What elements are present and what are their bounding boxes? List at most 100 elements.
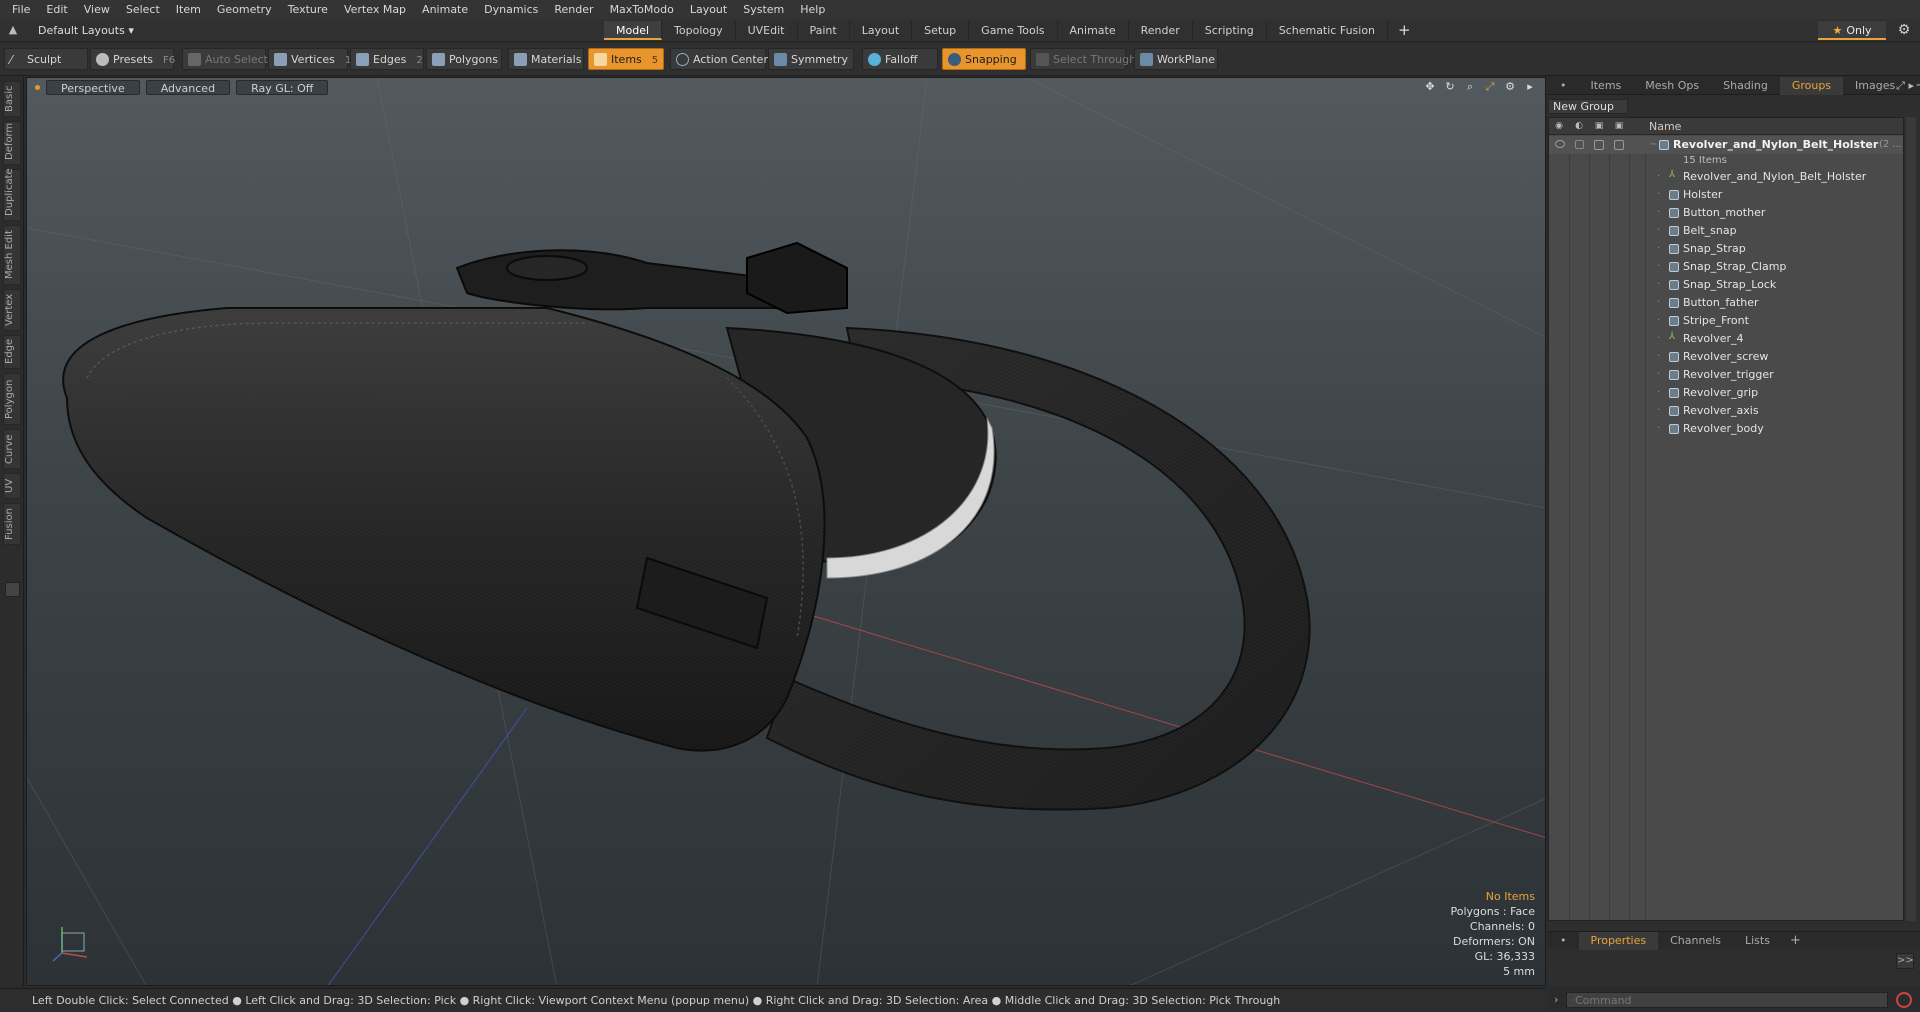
symmetry-button[interactable]: Symmetry bbox=[768, 48, 854, 70]
left-tab-polygon[interactable]: Polygon bbox=[3, 373, 21, 425]
tab-groups[interactable]: Groups bbox=[1779, 76, 1844, 95]
lock-checkbox[interactable] bbox=[1594, 140, 1604, 150]
workplane-button[interactable]: WorkPlane bbox=[1134, 48, 1218, 70]
left-tab-edge[interactable]: Edge bbox=[3, 335, 21, 369]
add-tab-button[interactable]: + bbox=[1388, 21, 1421, 40]
select-through-button[interactable]: Select Through bbox=[1030, 48, 1136, 70]
tab-uvedit[interactable]: UVEdit bbox=[736, 21, 798, 40]
tab-layout[interactable]: Layout bbox=[850, 21, 913, 40]
left-tab-fusion[interactable]: Fusion bbox=[3, 503, 21, 545]
command-arrow-icon[interactable]: › bbox=[1554, 993, 1558, 1006]
fit-icon[interactable]: ⤢ bbox=[1483, 80, 1497, 94]
group-item-row[interactable]: · Stripe_Front bbox=[1549, 312, 1903, 330]
visibility-toggle-icon[interactable] bbox=[1555, 140, 1565, 148]
group-item-row[interactable]: · Snap_Strap_Clamp bbox=[1549, 258, 1903, 276]
action-center-button[interactable]: Action Center bbox=[670, 48, 768, 70]
menu-geometry[interactable]: Geometry bbox=[209, 0, 280, 19]
group-item-row[interactable]: · Button_father bbox=[1549, 294, 1903, 312]
menu-item[interactable]: Item bbox=[168, 0, 209, 19]
left-tab-basic[interactable]: Basic bbox=[3, 81, 21, 117]
tab-properties[interactable]: Properties bbox=[1578, 931, 1659, 950]
menu-help[interactable]: Help bbox=[792, 0, 833, 19]
menu-file[interactable]: File bbox=[4, 0, 38, 19]
snapping-button[interactable]: Snapping bbox=[942, 48, 1026, 70]
menu-edit[interactable]: Edit bbox=[38, 0, 75, 19]
left-tab-vertex[interactable]: Vertex bbox=[3, 289, 21, 331]
select-col-icon[interactable]: ▣ bbox=[1613, 121, 1625, 132]
command-input[interactable] bbox=[1566, 992, 1888, 1008]
command-record-icon[interactable] bbox=[1896, 992, 1912, 1008]
perspective-button[interactable]: Perspective bbox=[46, 79, 140, 95]
tab-render[interactable]: Render bbox=[1129, 21, 1193, 40]
expand-button[interactable]: >> bbox=[1896, 953, 1914, 969]
auto-select-button[interactable]: Auto Select bbox=[182, 48, 268, 70]
rotate-icon[interactable]: ↻ bbox=[1443, 80, 1457, 94]
falloff-button[interactable]: Falloff bbox=[862, 48, 938, 70]
list-scrollbar[interactable] bbox=[1906, 117, 1916, 921]
properties-menu-dot[interactable]: • bbox=[1548, 932, 1579, 950]
menu-maxtomodo[interactable]: MaxToModo bbox=[602, 0, 682, 19]
menu-vertex-map[interactable]: Vertex Map bbox=[336, 0, 414, 19]
group-item-row[interactable]: · Holster bbox=[1549, 186, 1903, 204]
panel-expand-icon[interactable]: ⤢ ▸ bbox=[1896, 79, 1914, 93]
group-row[interactable]: − Revolver_and_Nylon_Belt_Holster (2 ... bbox=[1549, 136, 1903, 154]
viewport-menu-dot[interactable] bbox=[35, 84, 40, 90]
group-item-row[interactable]: · Revolver_body bbox=[1549, 420, 1903, 438]
raygl-button[interactable]: Ray GL: Off bbox=[236, 79, 329, 95]
collapse-icon[interactable]: − bbox=[1649, 136, 1657, 154]
3d-viewport[interactable]: Perspective Advanced Ray GL: Off ✥ ↻ ⌕ ⤢… bbox=[26, 77, 1546, 986]
viewport-gear-icon[interactable]: ⚙ bbox=[1503, 80, 1517, 94]
tab-channels[interactable]: Channels bbox=[1658, 932, 1733, 950]
group-item-row[interactable]: · ⅄ Revolver_4 bbox=[1549, 330, 1903, 348]
zoom-icon[interactable]: ⌕ bbox=[1463, 80, 1477, 94]
left-tab-uv[interactable]: UV bbox=[3, 473, 21, 499]
menu-dynamics[interactable]: Dynamics bbox=[476, 0, 546, 19]
lock-col-icon[interactable]: ▣ bbox=[1593, 121, 1605, 132]
group-item-row[interactable]: · Snap_Strap bbox=[1549, 240, 1903, 258]
menu-select[interactable]: Select bbox=[118, 0, 168, 19]
left-tab-curve[interactable]: Curve bbox=[3, 429, 21, 469]
shading-button[interactable]: Advanced bbox=[145, 79, 231, 95]
group-item-row[interactable]: · Revolver_screw bbox=[1549, 348, 1903, 366]
tab-game-tools[interactable]: Game Tools bbox=[969, 21, 1058, 40]
left-tab-duplicate[interactable]: Duplicate bbox=[3, 168, 21, 221]
tab-schematic-fusion[interactable]: Schematic Fusion bbox=[1267, 21, 1389, 40]
group-item-row[interactable]: · Revolver_axis bbox=[1549, 402, 1903, 420]
polygons-button[interactable]: Polygons bbox=[426, 48, 502, 70]
viewport-expand-icon[interactable]: ▸ bbox=[1523, 80, 1537, 94]
left-tab-deform[interactable]: Deform bbox=[3, 121, 21, 165]
add-properties-tab-button[interactable]: + bbox=[1782, 933, 1809, 948]
vertices-button[interactable]: Vertices 1 bbox=[268, 48, 351, 70]
groups-list[interactable]: ◉ ◐ ▣ ▣ Name − Revolver_and_Nylon_Belt_Ho… bbox=[1548, 117, 1904, 921]
menu-view[interactable]: View bbox=[76, 0, 118, 19]
menu-layout[interactable]: Layout bbox=[682, 0, 735, 19]
layout-collapse-icon[interactable]: ▲ bbox=[6, 23, 20, 37]
group-item-row[interactable]: · Revolver_grip bbox=[1549, 384, 1903, 402]
materials-button[interactable]: Materials bbox=[508, 48, 584, 70]
tab-shading[interactable]: Shading bbox=[1711, 77, 1780, 95]
tab-mesh-ops[interactable]: Mesh Ops bbox=[1633, 77, 1711, 95]
panel-menu-dot[interactable]: • bbox=[1548, 77, 1579, 95]
scene-render[interactable] bbox=[27, 78, 1546, 986]
gear-icon[interactable]: ⚙ bbox=[1894, 21, 1914, 40]
tab-model[interactable]: Model bbox=[604, 21, 663, 40]
name-column-header[interactable]: Name bbox=[1649, 118, 1681, 135]
presets-button[interactable]: Presets F6 bbox=[90, 48, 175, 70]
tab-animate[interactable]: Animate bbox=[1058, 21, 1129, 40]
group-item-row[interactable]: · Button_mother bbox=[1549, 204, 1903, 222]
tab-paint[interactable]: Paint bbox=[798, 21, 850, 40]
menu-texture[interactable]: Texture bbox=[280, 0, 336, 19]
menu-animate[interactable]: Animate bbox=[414, 0, 476, 19]
select-checkbox[interactable] bbox=[1614, 140, 1624, 150]
group-item-row[interactable]: · Revolver_trigger bbox=[1549, 366, 1903, 384]
left-tab-mesh-edit[interactable]: Mesh Edit bbox=[3, 225, 21, 285]
group-item-row[interactable]: · ⅄ Revolver_and_Nylon_Belt_Holster bbox=[1549, 168, 1903, 186]
items-button[interactable]: Items 5 bbox=[588, 48, 664, 70]
visibility-col-icon[interactable]: ◉ bbox=[1553, 121, 1565, 132]
tab-setup[interactable]: Setup bbox=[912, 21, 970, 40]
group-item-row[interactable]: · Snap_Strap_Lock bbox=[1549, 276, 1903, 294]
render-col-icon[interactable]: ◐ bbox=[1573, 121, 1585, 132]
tab-scripting[interactable]: Scripting bbox=[1193, 21, 1267, 40]
new-group-button[interactable]: New Group bbox=[1548, 99, 1628, 114]
menu-render[interactable]: Render bbox=[546, 0, 601, 19]
